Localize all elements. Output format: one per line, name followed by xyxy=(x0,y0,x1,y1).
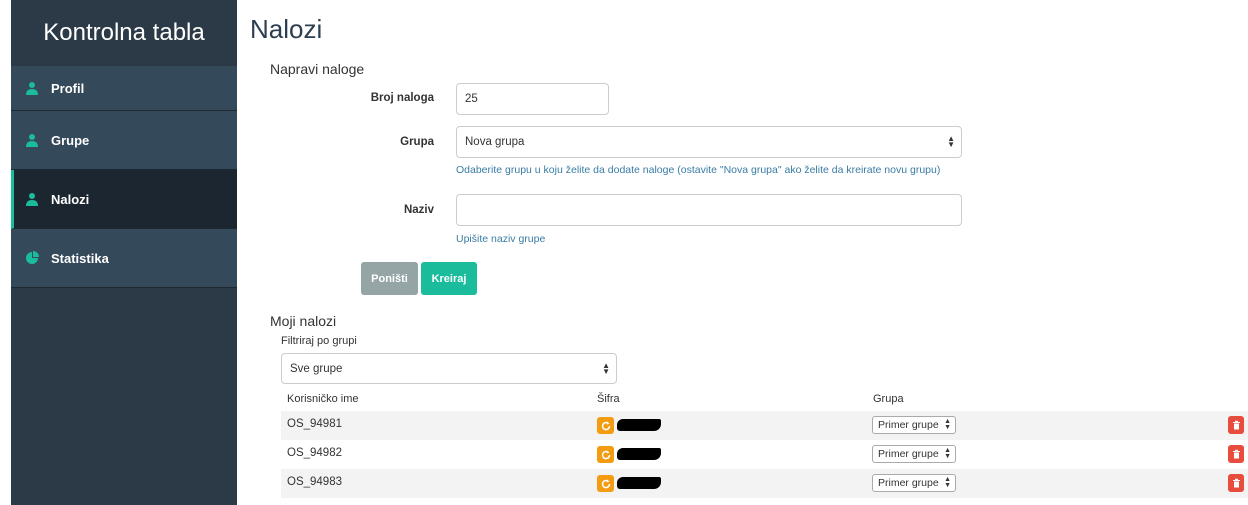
column-header-password: Šifra xyxy=(597,393,620,405)
trash-icon xyxy=(1232,449,1240,459)
cancel-button[interactable]: Poništi xyxy=(361,262,418,295)
count-label: Broj naloga xyxy=(370,92,434,104)
create-section-title: Napravi naloge xyxy=(270,61,365,77)
page-title: Nalozi xyxy=(250,14,323,44)
filter-label: Filtriraj po grupi xyxy=(281,335,357,347)
row-group-select[interactable]: Primer grupe ▲ ▼ xyxy=(872,445,956,463)
table-row: OS_94983 Primer grupe ▲ ▼ xyxy=(281,469,1248,498)
name-help: Upišite naziv grupe xyxy=(456,233,546,245)
trash-icon xyxy=(1232,478,1240,488)
select-arrows-icon: ▲ ▼ xyxy=(944,418,951,431)
sidebar-item-label: Statistika xyxy=(51,250,109,266)
group-help: Odaberite grupu u koju želite da dodate … xyxy=(456,164,941,176)
count-input[interactable]: 25 xyxy=(456,83,609,115)
username-cell: OS_94983 xyxy=(287,476,342,488)
password-redacted xyxy=(617,477,661,489)
row-group-value: Primer grupe xyxy=(878,419,939,431)
column-header-username: Korisničko ime xyxy=(287,393,359,405)
select-arrows-icon: ▲ ▼ xyxy=(602,360,610,376)
row-group-value: Primer grupe xyxy=(878,448,939,460)
create-button[interactable]: Kreiraj xyxy=(421,262,477,295)
name-input[interactable] xyxy=(456,194,962,226)
filter-select[interactable]: Sve grupe ▲ ▼ xyxy=(281,353,617,384)
accounts-section-title: Moji nalozi xyxy=(270,313,337,329)
group-select-value: Nova grupa xyxy=(465,136,525,148)
trash-icon xyxy=(1232,420,1240,430)
refresh-icon xyxy=(601,479,610,488)
group-select[interactable]: Nova grupa ▲ ▼ xyxy=(456,126,962,158)
delete-button[interactable] xyxy=(1228,445,1244,463)
filter-select-value: Sve grupe xyxy=(290,362,343,375)
row-group-select[interactable]: Primer grupe ▲ ▼ xyxy=(872,474,956,492)
user-icon xyxy=(25,81,39,95)
password-redacted xyxy=(617,419,661,431)
refresh-icon xyxy=(601,450,610,459)
select-arrows-icon: ▲ ▼ xyxy=(947,134,955,149)
row-group-value: Primer grupe xyxy=(878,477,939,489)
table-row: OS_94982 Primer grupe ▲ ▼ xyxy=(281,440,1248,469)
count-value: 25 xyxy=(465,93,478,105)
pie-chart-icon xyxy=(25,251,39,265)
delete-button[interactable] xyxy=(1228,474,1244,492)
refresh-password-button[interactable] xyxy=(597,446,614,463)
sidebar: Kontrolna tabla Profil Grupe Nalozi Stat… xyxy=(11,0,237,505)
sidebar-item-label: Nalozi xyxy=(51,191,90,207)
select-arrows-icon: ▲ ▼ xyxy=(944,447,951,460)
delete-button[interactable] xyxy=(1228,416,1244,434)
refresh-icon xyxy=(601,421,610,430)
sidebar-title: Kontrolna tabla xyxy=(11,0,237,66)
sidebar-item-label: Grupe xyxy=(51,132,90,148)
user-icon xyxy=(25,133,39,147)
sidebar-item-label: Profil xyxy=(51,80,85,96)
sidebar-item-profil[interactable]: Profil xyxy=(11,66,237,111)
row-group-select[interactable]: Primer grupe ▲ ▼ xyxy=(872,416,956,434)
column-header-group: Grupa xyxy=(873,393,904,405)
sidebar-item-nalozi[interactable]: Nalozi xyxy=(11,170,237,229)
refresh-password-button[interactable] xyxy=(597,417,614,434)
group-label: Grupa xyxy=(400,136,434,148)
table-row: OS_94981 Primer grupe ▲ ▼ xyxy=(281,411,1248,440)
refresh-password-button[interactable] xyxy=(597,475,614,492)
user-icon xyxy=(25,192,39,206)
sidebar-item-grupe[interactable]: Grupe xyxy=(11,111,237,170)
username-cell: OS_94981 xyxy=(287,418,342,430)
password-redacted xyxy=(617,448,661,460)
select-arrows-icon: ▲ ▼ xyxy=(944,476,951,489)
sidebar-item-statistika[interactable]: Statistika xyxy=(11,229,237,288)
username-cell: OS_94982 xyxy=(287,447,342,459)
name-label: Naziv xyxy=(403,204,434,216)
